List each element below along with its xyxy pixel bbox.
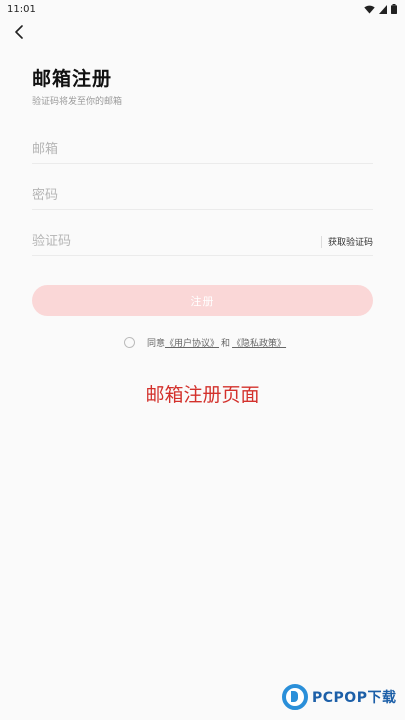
- password-field[interactable]: [32, 182, 373, 209]
- email-field-row: [32, 136, 373, 164]
- privacy-policy-link[interactable]: 《隐私政策》: [232, 336, 286, 349]
- chevron-left-icon: [15, 25, 23, 39]
- watermark-brand: PCPOP下载: [312, 690, 397, 706]
- back-button[interactable]: [8, 21, 30, 43]
- pcpop-logo-icon: [282, 684, 308, 710]
- agreement-conjunction: 和: [221, 338, 231, 349]
- register-button[interactable]: 注册: [32, 285, 373, 316]
- status-time: 11:01: [7, 3, 36, 15]
- user-agreement-link[interactable]: 《用户协议》: [165, 336, 219, 349]
- battery-icon: [391, 4, 397, 14]
- password-field-row: [32, 182, 373, 210]
- verification-code-field[interactable]: [32, 228, 321, 255]
- cellular-icon: [379, 4, 387, 14]
- page-caption: 邮箱注册页面: [145, 384, 260, 406]
- wifi-icon: [364, 5, 375, 14]
- watermark-text: PCPOP下载: [312, 687, 396, 707]
- agreement-row: 同意 《用户协议》 和 《隐私政策》: [124, 335, 286, 349]
- agreement-prefix: 同意: [147, 338, 166, 349]
- code-field-row: 获取验证码: [32, 228, 373, 256]
- page-subtitle: 验证码将发至你的邮箱: [32, 97, 123, 107]
- status-icons: [364, 4, 397, 14]
- page-title: 邮箱注册: [32, 68, 113, 90]
- status-bar: 11:01: [0, 0, 405, 18]
- agreement-checkbox[interactable]: [124, 336, 135, 348]
- watermark: PCPOP下载: [282, 684, 396, 710]
- email-field[interactable]: [32, 136, 373, 163]
- get-code-button[interactable]: 获取验证码: [328, 235, 373, 248]
- code-divider: [320, 235, 322, 248]
